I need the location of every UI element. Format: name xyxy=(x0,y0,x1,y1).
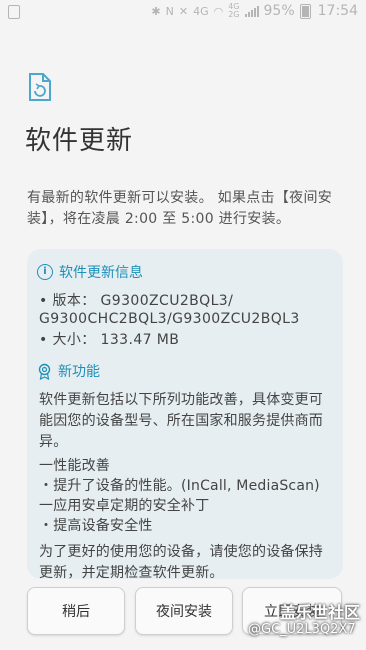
features-footer: 为了更好的使用您的设备，请使您的设备保持更新，并定期检查软件更新。 xyxy=(39,544,323,579)
size-line: • 大小： 133.47 MB xyxy=(39,332,180,348)
nfc-icon: N xyxy=(165,4,174,18)
new-features-header: 新功能 xyxy=(37,361,100,381)
update-details-card[interactable]: i 软件更新信息 • 版本： G9300ZCU2BQL3/ G9300CHC2B… xyxy=(27,249,343,579)
net-label-3: 2G xyxy=(228,10,240,19)
status-icons: ✱ N ✕ 4G ◠ 4G 2G 95% 17:54 xyxy=(151,3,358,20)
intro-text: 有最新的软件更新可以安装。 如果点击【夜间安装】，将在凌晨 2:00 至 5:0… xyxy=(27,190,333,227)
feature-item: 一应用安卓定期的安全补丁 xyxy=(39,498,210,514)
watermark-title: 盖乐世社区 xyxy=(280,603,361,622)
feature-item: 一性能改善 xyxy=(39,458,110,474)
mute-icon: ✕ xyxy=(178,4,189,18)
feature-item: ・提高设备安全性 xyxy=(39,518,153,534)
net-labels-stack: 4G 2G xyxy=(228,3,239,19)
watermark-handle: @GC_U2L3Q2X7 xyxy=(248,622,356,637)
status-bar: ✱ N ✕ 4G ◠ 4G 2G 95% 17:54 xyxy=(0,0,366,24)
feature-item: ・提升了设备的性能。(InCall, MediaScan) xyxy=(39,478,320,494)
signal-icon xyxy=(244,5,259,17)
net-label-1: 4G xyxy=(193,4,209,18)
update-info-header: i 软件更新信息 xyxy=(37,262,143,282)
medal-icon xyxy=(38,363,51,380)
screenshot-icon xyxy=(8,5,20,19)
page-title: 软件更新 xyxy=(25,126,134,156)
version-line-1: • 版本： G9300ZCU2BQL3/ xyxy=(39,293,234,309)
clock: 17:54 xyxy=(317,3,358,19)
bluetooth-icon: ✱ xyxy=(151,4,161,18)
info-icon: i xyxy=(37,264,53,280)
update-info-title: 软件更新信息 xyxy=(59,265,143,281)
later-button[interactable]: 稍后 xyxy=(27,587,125,635)
software-update-icon xyxy=(29,73,51,101)
new-features-title: 新功能 xyxy=(58,364,100,380)
battery-percent: 95% xyxy=(263,3,295,19)
wifi-icon: ◠ xyxy=(213,4,224,18)
night-install-button[interactable]: 夜间安装 xyxy=(135,587,233,635)
features-description: 软件更新包括以下所列功能改善，具体变更可能因您的设备型号、所在国家和服务提供商而… xyxy=(39,392,323,450)
version-line-2: G9300CHC2BQL3/G9300ZCU2BQL3 xyxy=(39,311,300,327)
battery-icon xyxy=(299,3,311,19)
